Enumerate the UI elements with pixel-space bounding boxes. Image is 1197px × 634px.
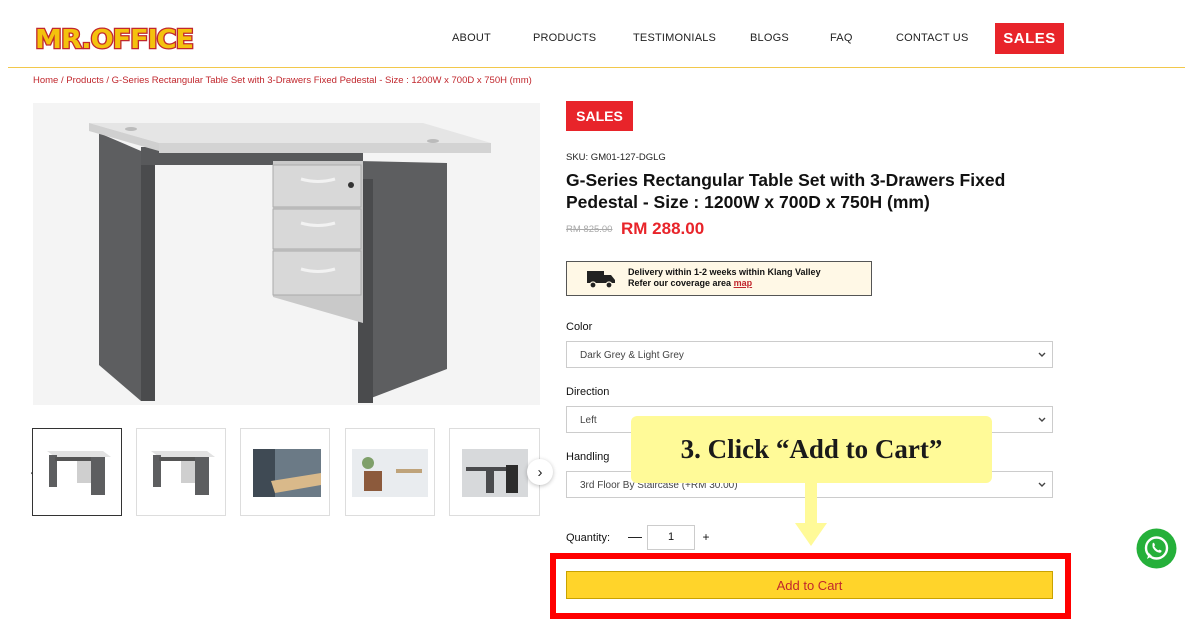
product-title: G-Series Rectangular Table Set with 3-Dr… — [566, 170, 1006, 212]
thumbnail-1[interactable] — [32, 428, 122, 516]
coverage-map-link[interactable]: map — [734, 278, 753, 288]
nav-products[interactable]: PRODUCTS — [533, 32, 596, 44]
delivery-line-1: Delivery within 1-2 weeks within Klang V… — [628, 267, 821, 277]
sale-price: RM 288.00 — [621, 219, 705, 238]
whatsapp-icon[interactable] — [1136, 528, 1177, 569]
thumbnail-2[interactable] — [136, 428, 226, 516]
product-sku: SKU: GM01-127-DGLG — [566, 152, 666, 163]
site-header: MR.OFFICE ABOUT PRODUCTS TESTIMONIALS BL… — [0, 0, 1197, 68]
breadcrumb[interactable]: Home / Products / G-Series Rectangular T… — [33, 75, 532, 86]
quantity-label: Quantity: — [566, 532, 611, 544]
color-label: Color — [566, 321, 593, 333]
thumb-next-arrow[interactable]: › — [527, 459, 553, 485]
desk-illustration — [89, 123, 491, 403]
color-select-value: Dark Grey & Light Grey — [580, 350, 684, 361]
nav-sales-button[interactable]: SALES — [995, 23, 1064, 54]
direction-label: Direction — [566, 386, 610, 398]
down-arrow-icon — [795, 483, 827, 546]
product-main-image[interactable] — [33, 103, 540, 405]
thumbnail-office-photo — [462, 449, 528, 497]
direction-select-value: Left — [580, 415, 597, 426]
nav-about[interactable]: ABOUT — [452, 32, 491, 44]
add-to-cart-button[interactable]: Add to Cart — [566, 571, 1053, 599]
mr-office-logo[interactable]: MR.OFFICE — [33, 22, 197, 54]
delivery-truck-icon — [587, 271, 615, 289]
delivery-info-box: Delivery within 1-2 weeks within Klang V… — [566, 261, 872, 296]
thumbnail-4[interactable] — [345, 428, 435, 516]
color-select[interactable]: Dark Grey & Light Grey — [566, 341, 1053, 368]
nav-testimonials[interactable]: TESTIMONIALS — [633, 32, 716, 44]
sales-badge: SALES — [566, 101, 633, 131]
nav-blogs[interactable]: BLOGS — [750, 32, 789, 44]
delivery-line-2: Refer our coverage area map — [628, 278, 821, 289]
chevron-down-icon — [1038, 417, 1046, 422]
header-divider — [8, 67, 1185, 68]
nav-contact-us[interactable]: CONTACT US — [896, 32, 969, 44]
instruction-callout: 3. Click “Add to Cart” — [631, 416, 992, 483]
thumbnail-3[interactable] — [240, 428, 330, 516]
chevron-down-icon — [1038, 482, 1046, 487]
quantity-input[interactable]: 1 — [647, 525, 695, 550]
chevron-down-icon — [1038, 352, 1046, 357]
delivery-line-2-text: Refer our coverage area — [628, 278, 732, 288]
original-price: RM 825.00 — [566, 224, 613, 235]
logo-text: MR.OFFICE — [35, 25, 193, 54]
thumbnail-office-photo — [253, 449, 321, 497]
handling-label: Handling — [566, 451, 610, 463]
delivery-text: Delivery within 1-2 weeks within Klang V… — [628, 267, 821, 289]
nav-faq[interactable]: FAQ — [830, 32, 853, 44]
quantity-increase-button[interactable]: + — [699, 530, 713, 544]
quantity-decrease-button[interactable]: — — [626, 528, 644, 544]
thumbnail-desk-image — [47, 451, 111, 495]
thumbnail-office-photo — [352, 449, 428, 497]
thumbnail-desk-image — [151, 451, 215, 495]
